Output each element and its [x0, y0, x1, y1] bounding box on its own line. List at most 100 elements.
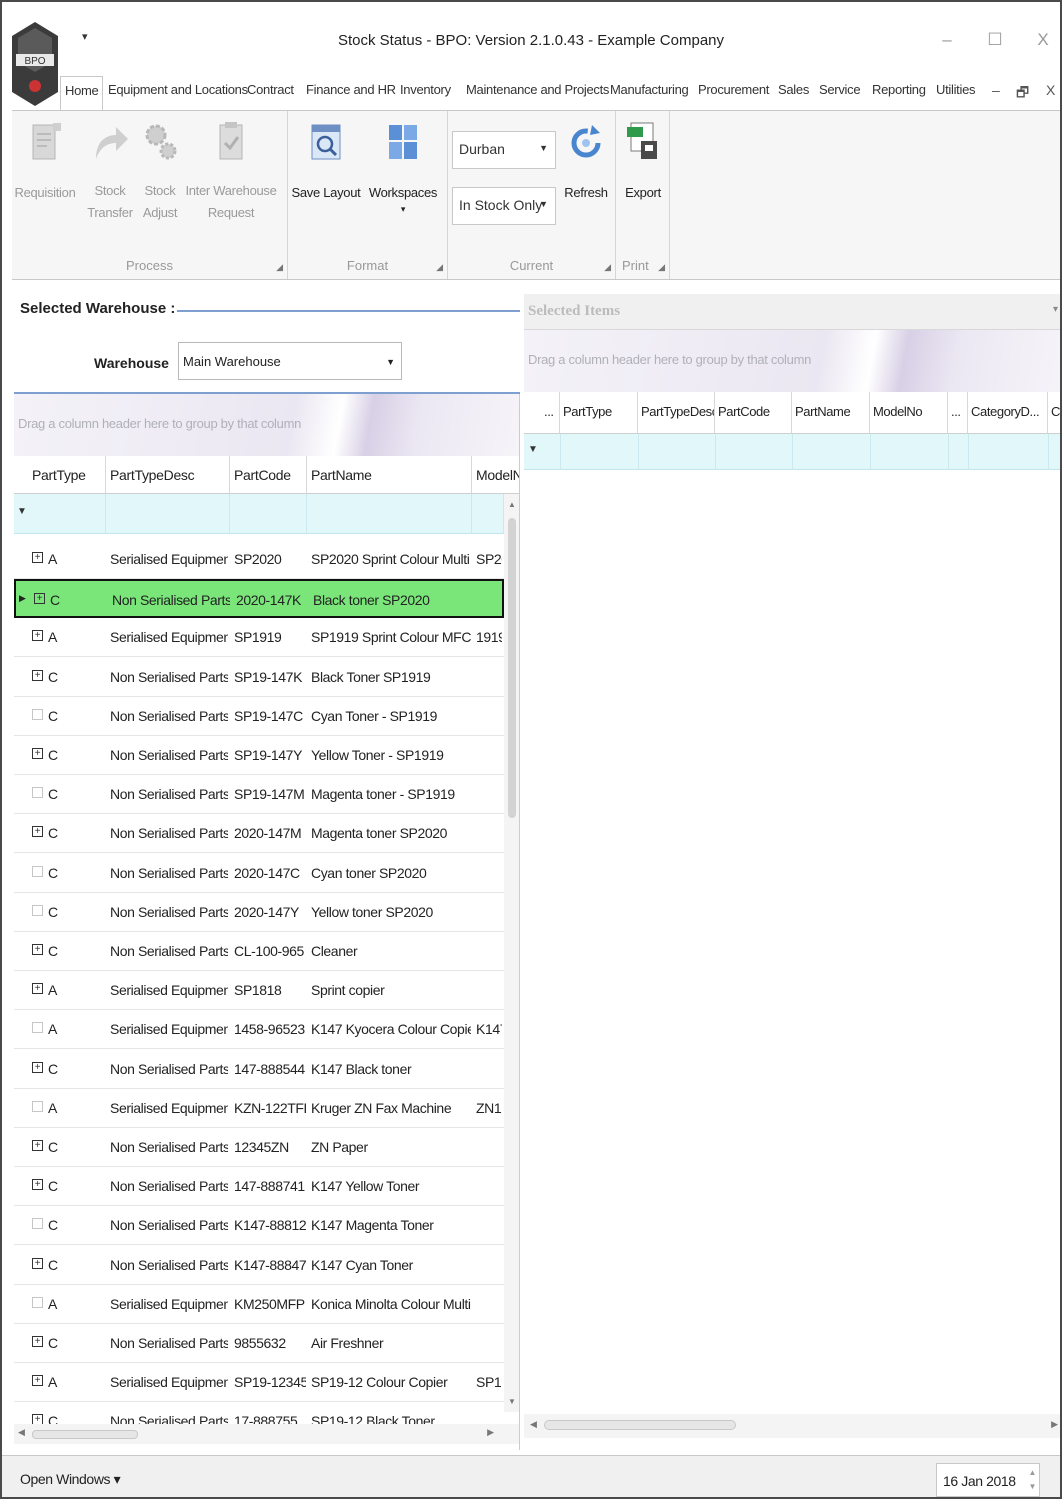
requisition-button[interactable]: Requisition [14, 119, 76, 205]
expand-row-icon[interactable] [32, 1218, 43, 1230]
current-group-launcher-icon[interactable]: ◢ [604, 262, 611, 273]
close-button[interactable]: X [1028, 30, 1058, 50]
expand-row-icon[interactable]: + [32, 1179, 43, 1191]
filter-row[interactable]: ▼ [14, 494, 504, 534]
vertical-scrollbar[interactable]: ▲ ▼ [504, 494, 519, 1412]
table-row[interactable]: ▶ + C Non Serialised Parts 2020-147K Black to… [14, 579, 504, 619]
table-row[interactable]: A Serialised Equipment KM250MFP Konica Mino… [14, 1285, 504, 1324]
tab-maintenance-and-projects[interactable]: Maintenance and Projects [466, 82, 609, 97]
expand-row-icon[interactable]: + [32, 1375, 43, 1387]
stock-adjust-button[interactable]: Stock Adjust [138, 119, 182, 224]
table-row[interactable]: + C Non Serialised Parts 12345ZN ZN Paper [14, 1128, 504, 1167]
location-combo[interactable]: Durban ▼ [452, 131, 556, 169]
scroll-right-icon[interactable]: ▶ [1051, 1419, 1058, 1430]
print-group-launcher-icon[interactable]: ◢ [658, 262, 665, 273]
column-header-more-2[interactable]: ... [948, 392, 968, 434]
expand-row-icon[interactable]: + [32, 630, 43, 642]
maximize-button[interactable]: ☐ [980, 30, 1010, 50]
scroll-left-icon[interactable]: ◀ [18, 1427, 25, 1438]
expand-row-icon[interactable] [32, 1100, 43, 1112]
process-group-launcher-icon[interactable]: ◢ [276, 262, 283, 273]
filter-cell-partcode[interactable] [230, 494, 307, 534]
expand-row-icon[interactable]: + [32, 983, 43, 995]
table-row[interactable]: + A Serialised Equipment SP2020 SP2020 Sprin… [14, 540, 504, 579]
filter-cell-parttype[interactable]: ▼ [14, 494, 106, 534]
column-header-parttypedesc[interactable]: PartTypeDesc [638, 392, 715, 434]
mdi-close-button[interactable]: X [1046, 82, 1055, 98]
tab-contract[interactable]: Contract [247, 82, 294, 97]
tab-service[interactable]: Service [819, 82, 861, 97]
horizontal-scrollbar[interactable]: ◀ ▶ [14, 1424, 519, 1444]
column-header-partcode[interactable]: PartCode [715, 392, 792, 434]
scroll-up-icon[interactable]: ▲ [508, 500, 516, 509]
column-header-parttype[interactable]: PartType [14, 456, 106, 494]
horizontal-scrollbar[interactable]: ◀ ▶ [524, 1414, 1060, 1438]
filter-cell-partname[interactable] [307, 494, 472, 534]
tab-utilities[interactable]: Utilities [936, 82, 976, 97]
column-header-category[interactable]: Cat [1048, 392, 1060, 434]
table-row[interactable]: + A Serialised Equipment SP1919 SP1919 Sprin… [14, 618, 504, 658]
table-row[interactable]: + C Non Serialised Parts 9855632 Air Freshne… [14, 1324, 504, 1363]
filter-row[interactable]: ▼ [524, 434, 1060, 470]
tab-reporting[interactable]: Reporting [872, 82, 926, 97]
column-header-parttype[interactable]: PartType [560, 392, 638, 434]
table-row[interactable]: C Non Serialised Parts SP19-147C Cyan Toner… [14, 697, 504, 736]
expand-row-icon[interactable] [32, 904, 43, 916]
scroll-down-icon[interactable]: ▼ [508, 1397, 516, 1406]
expand-row-icon[interactable] [32, 865, 43, 877]
date-field[interactable]: 16 Jan 2018 ▲ ▼ [936, 1463, 1040, 1497]
expand-row-icon[interactable]: + [32, 826, 43, 838]
warehouse-combo[interactable]: Main Warehouse ▼ [178, 342, 402, 380]
table-row[interactable]: A Serialised Equipment KZN-122TFB Kruger ZN… [14, 1089, 504, 1128]
table-row[interactable]: A Serialised Equipment 1458-96523 K147 Kyoc… [14, 1010, 504, 1050]
column-header-modelno[interactable]: ModelNo [870, 392, 948, 434]
expand-row-icon[interactable]: + [32, 944, 43, 955]
tab-equipment-and-locations[interactable]: Equipment and Locations [108, 82, 248, 97]
mdi-minimize-button[interactable]: – [992, 82, 1000, 98]
column-header-parttypedesc[interactable]: PartTypeDesc [106, 456, 230, 494]
column-header-modelno[interactable]: ModelNo [472, 456, 519, 494]
scroll-thumb[interactable] [508, 518, 516, 818]
stock-filter-combo[interactable]: In Stock Only ▼ [452, 187, 556, 225]
expand-row-icon[interactable]: + [32, 1061, 43, 1073]
expand-row-icon[interactable] [32, 787, 43, 799]
scroll-thumb[interactable] [544, 1420, 736, 1430]
expand-row-icon[interactable]: + [32, 1336, 43, 1347]
save-layout-button[interactable]: Save Layout [290, 119, 362, 205]
expand-row-icon[interactable]: + [32, 552, 43, 563]
expand-row-icon[interactable] [32, 708, 43, 720]
scroll-right-icon[interactable]: ▶ [487, 1427, 494, 1438]
workspaces-button[interactable]: Workspaces ▾ [366, 119, 440, 214]
pin-icon[interactable]: ▾ [1053, 304, 1058, 315]
table-row[interactable]: C Non Serialised Parts 2020-147Y Yellow ton… [14, 893, 504, 932]
tab-finance-and-hr[interactable]: Finance and HR [306, 82, 396, 97]
table-row[interactable]: + C Non Serialised Parts SP19-147K Black Ton… [14, 658, 504, 697]
open-windows-menu[interactable]: Open Windows ▾ [20, 1471, 121, 1488]
tab-manufacturing[interactable]: Manufacturing [610, 82, 689, 97]
column-header-partname[interactable]: PartName [307, 456, 472, 494]
expand-row-icon[interactable]: + [32, 669, 43, 681]
table-row[interactable]: + C Non Serialised Parts 147-888741 K147 Yel… [14, 1167, 504, 1207]
tab-home[interactable]: Home [60, 76, 104, 110]
expand-row-icon[interactable]: + [32, 1257, 43, 1269]
scroll-thumb[interactable] [32, 1430, 138, 1439]
expand-row-icon[interactable]: + [32, 1140, 43, 1151]
column-header-categorydesc[interactable]: CategoryD... [968, 392, 1048, 434]
filter-cell-parttypedesc[interactable] [106, 494, 230, 534]
table-row[interactable]: + A Serialised Equipment SP1818 Sprint copie… [14, 971, 504, 1011]
table-row[interactable]: C Non Serialised Parts 2020-147C Cyan toner… [14, 854, 504, 893]
group-by-panel[interactable]: Drag a column header here to group by th… [524, 330, 1060, 392]
expand-row-icon[interactable] [32, 1296, 43, 1308]
stock-transfer-button[interactable]: Stock Transfer [86, 119, 134, 224]
date-spinner-icon[interactable]: ▲ ▼ [1028, 1466, 1036, 1494]
table-row[interactable]: + A Serialised Equipment SP19-123456 SP19-12… [14, 1363, 504, 1403]
filter-cell-modelno[interactable] [472, 494, 504, 534]
scroll-left-icon[interactable]: ◀ [530, 1419, 537, 1430]
minimize-button[interactable]: – [932, 30, 962, 50]
expand-row-icon[interactable] [32, 1022, 43, 1034]
refresh-button[interactable]: Refresh [560, 119, 612, 205]
tab-procurement[interactable]: Procurement [698, 82, 769, 97]
table-row[interactable]: C Non Serialised Parts SP19-147M Magenta to… [14, 775, 504, 815]
expand-row-icon[interactable]: + [32, 748, 43, 759]
group-by-panel[interactable]: Drag a column header here to group by th… [14, 394, 519, 456]
